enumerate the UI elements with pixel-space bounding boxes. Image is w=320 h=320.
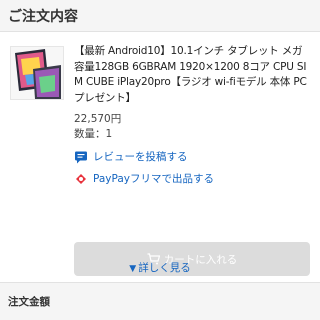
paypay-sell-link[interactable]: PayPayフリマで出品する <box>74 172 310 186</box>
product-price: 22,570円 <box>74 113 122 125</box>
order-total-heading: 注文金額 <box>8 296 50 308</box>
triangle-down-icon: ▼ <box>129 264 137 274</box>
product-thumbnail[interactable] <box>10 46 64 100</box>
product-title[interactable]: 【最新 Android10】10.1インチ タブレット メガ容量128GB 6G… <box>74 44 310 106</box>
review-label: レビューを投稿する <box>93 151 188 163</box>
review-link[interactable]: レビューを投稿する <box>74 150 310 164</box>
product-image <box>11 47 63 99</box>
product-quantity: 数量：1 <box>74 128 113 140</box>
chat-icon <box>75 151 87 164</box>
order-item: 【最新 Android10】10.1インチ タブレット メガ容量128GB 6G… <box>0 32 320 283</box>
show-more-link[interactable]: ▼ 詳しく見る <box>0 260 320 275</box>
paypay-label: PayPayフリマで出品する <box>93 173 215 185</box>
paypay-icon <box>76 174 86 184</box>
page-header: ご注文内容 <box>0 0 320 32</box>
page-title: ご注文内容 <box>8 8 78 25</box>
show-more-label: 詳しく見る <box>138 262 191 274</box>
order-total-section: 注文金額 <box>0 283 320 320</box>
